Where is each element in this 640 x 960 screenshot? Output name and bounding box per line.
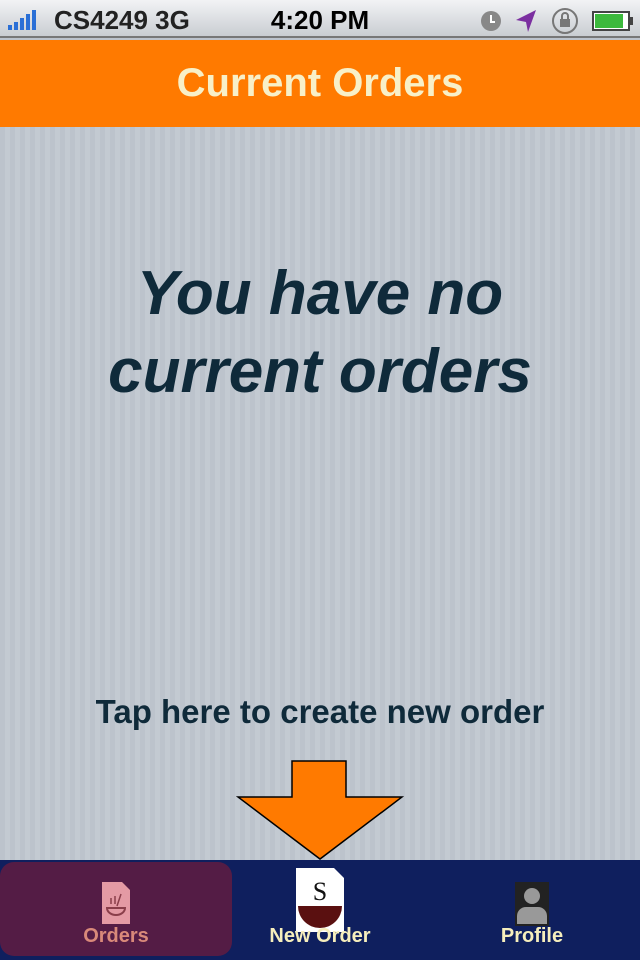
status-bar: CS4249 3G 4:20 PM: [0, 0, 640, 38]
location-icon: [516, 10, 536, 32]
tab-bar: Orders S New Order Profile: [0, 860, 640, 960]
new-order-icon: S: [296, 868, 344, 932]
tab-profile[interactable]: Profile: [416, 862, 640, 956]
empty-line-1: You have no: [136, 259, 504, 328]
page-title: Current Orders: [176, 61, 464, 105]
empty-line-2: current orders: [108, 337, 532, 406]
rotation-lock-icon: [552, 8, 578, 34]
svg-text:S: S: [313, 877, 327, 906]
tab-orders[interactable]: Orders: [0, 862, 232, 956]
profile-icon: [515, 882, 549, 926]
nav-bar: Current Orders: [0, 40, 640, 127]
orders-icon: [102, 882, 130, 924]
orders-content: You have no current orders Tap here to c…: [0, 127, 640, 860]
create-order-hint[interactable]: Tap here to create new order: [0, 693, 640, 731]
empty-state-message: You have no current orders: [0, 255, 640, 411]
tab-new-order[interactable]: S New Order: [204, 862, 436, 956]
tab-label: Orders: [83, 925, 149, 947]
tab-label: New Order: [269, 925, 371, 947]
tab-label: Profile: [500, 925, 564, 947]
arrow-down-icon: [236, 760, 404, 860]
clock-icon: [481, 11, 501, 31]
battery-icon: [592, 11, 633, 31]
